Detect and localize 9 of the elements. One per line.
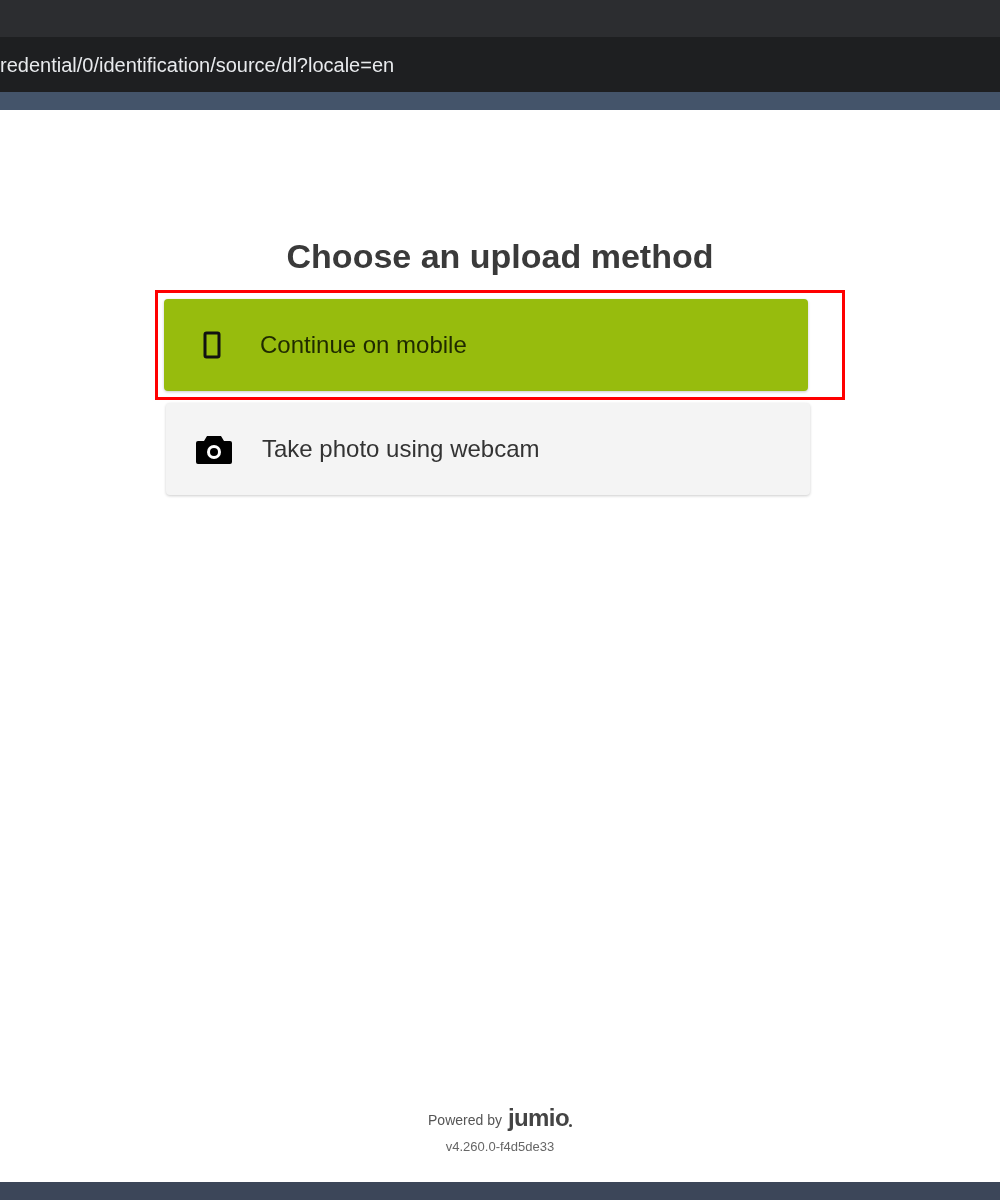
address-bar-url[interactable]: redential/0/identification/source/dl?locale=en [0,49,395,80]
page-heading: Choose an upload method [286,236,714,277]
version-text: v4.260.0-f4d5de33 [445,1137,555,1156]
upload-option-button[interactable]: Take photo using webcam [166,403,810,495]
camera-icon [196,434,232,464]
phone-icon [203,331,221,359]
upload-option-button[interactable]: Continue on mobile [164,299,808,391]
powered-by-text: Powered by [428,1110,502,1130]
brand-logo: jumio [507,1104,572,1131]
